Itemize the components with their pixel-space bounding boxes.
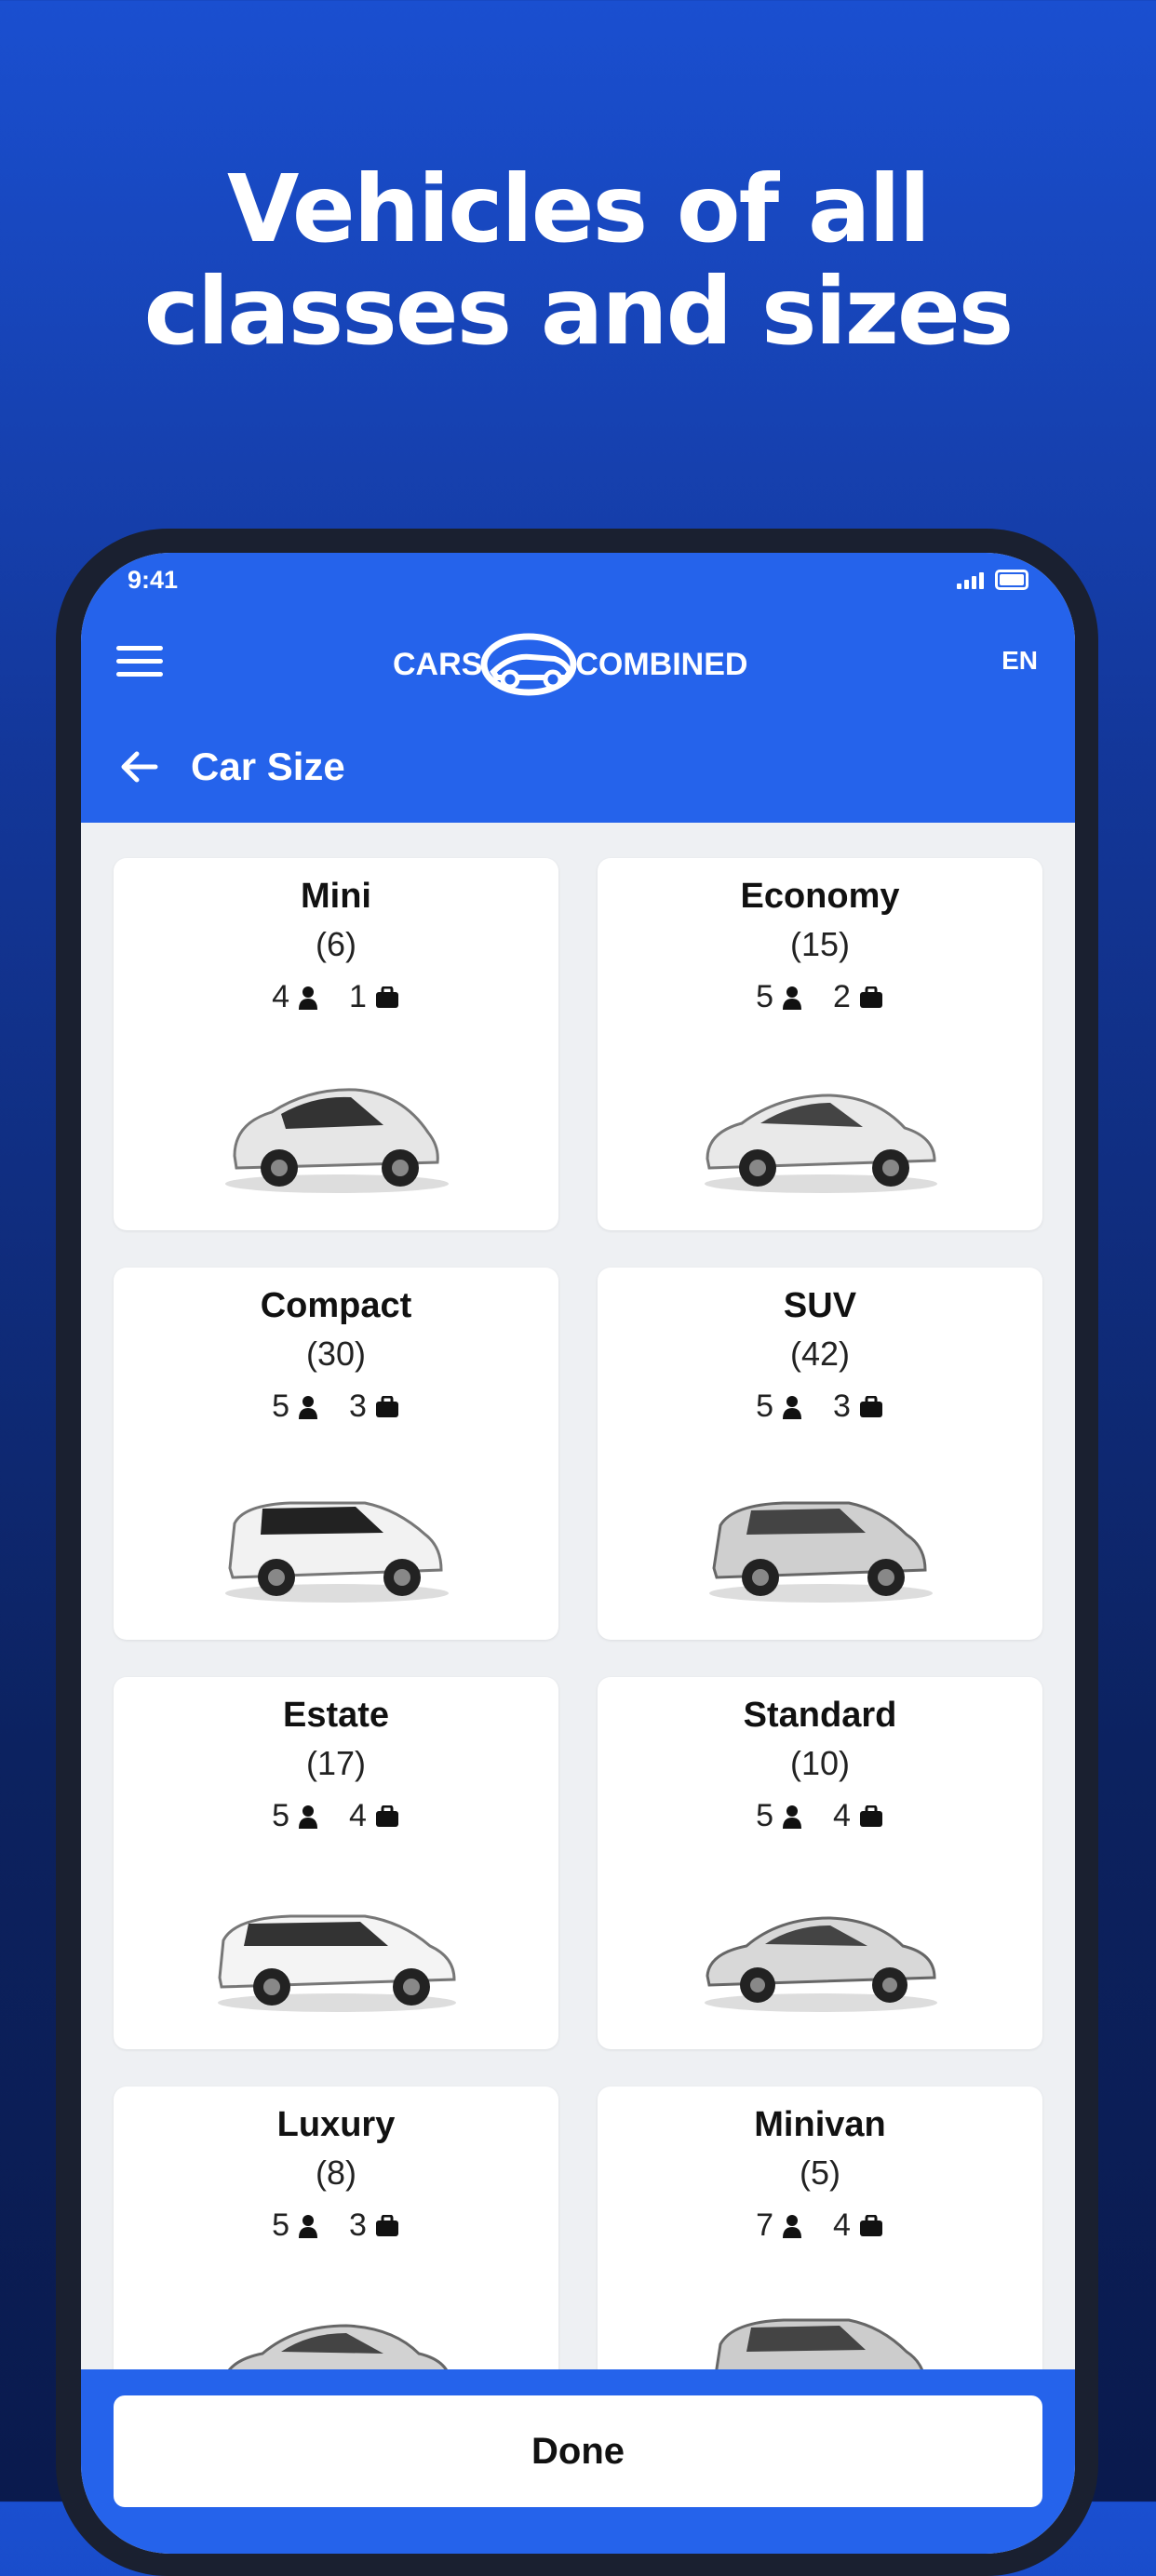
headline-line-1: Vehicles of all bbox=[227, 154, 931, 263]
car-size-count: (17) bbox=[305, 1744, 367, 1782]
back-arrow-icon[interactable] bbox=[118, 748, 161, 785]
luggage-icon bbox=[375, 1805, 398, 1827]
car-size-name: Luxury bbox=[276, 2105, 396, 2144]
person-icon bbox=[783, 1805, 801, 1829]
luggage-icon bbox=[375, 986, 398, 1008]
logo: CARS COMBINED bbox=[393, 627, 774, 702]
car-size-count: (30) bbox=[305, 1335, 367, 1373]
luggage-icon bbox=[375, 2214, 398, 2236]
headline-line-2: classes and sizes bbox=[143, 257, 1015, 366]
car-size-count: (8) bbox=[316, 2153, 356, 2192]
person-icon bbox=[299, 1395, 317, 1419]
car-image bbox=[709, 1501, 933, 1603]
car-size-count: (6) bbox=[316, 925, 356, 963]
passenger-count: 5 bbox=[272, 1798, 289, 1833]
person-icon bbox=[299, 986, 317, 1010]
passenger-count: 5 bbox=[272, 1389, 289, 1424]
car-size-name: Economy bbox=[740, 877, 900, 916]
car-size-count: (10) bbox=[789, 1744, 851, 1782]
luggage-icon bbox=[859, 1395, 882, 1417]
car-specs: 5 2 bbox=[598, 979, 1042, 1015]
car-image bbox=[218, 1914, 456, 2012]
bottom-action-bar: Done bbox=[81, 2369, 1075, 2554]
person-icon bbox=[299, 1805, 317, 1829]
passenger-count: 5 bbox=[756, 1389, 773, 1424]
car-size-card-estate[interactable]: Estate (17) 5 4 bbox=[114, 1677, 558, 2049]
car-size-card-mini[interactable]: Mini (6) 4 1 bbox=[114, 858, 558, 1230]
car-specs: 5 3 bbox=[114, 1389, 558, 1425]
language-selector[interactable]: EN bbox=[1001, 646, 1038, 676]
car-size-name: Minivan bbox=[754, 2105, 886, 2144]
car-specs: 7 4 bbox=[598, 2207, 1042, 2244]
luggage-icon bbox=[859, 986, 882, 1008]
bag-count: 4 bbox=[833, 1798, 851, 1833]
car-image bbox=[705, 1916, 937, 2012]
person-icon bbox=[299, 2214, 317, 2238]
car-size-name: Standard bbox=[743, 1696, 897, 1735]
bag-count: 3 bbox=[833, 1389, 851, 1424]
car-size-count: (5) bbox=[800, 2153, 840, 2192]
bag-count: 3 bbox=[349, 1389, 367, 1424]
car-image bbox=[225, 1501, 449, 1603]
promo-headline: Vehicles of all classes and sizes bbox=[0, 158, 1156, 363]
hamburger-menu-icon[interactable] bbox=[116, 646, 163, 683]
car-size-name: SUV bbox=[783, 1286, 857, 1325]
done-button[interactable]: Done bbox=[114, 2395, 1042, 2507]
car-specs: 5 4 bbox=[598, 1798, 1042, 1834]
bag-count: 1 bbox=[349, 979, 367, 1014]
logo-text-left: CARS bbox=[393, 646, 483, 682]
battery-icon bbox=[995, 570, 1028, 590]
car-image bbox=[225, 1088, 449, 1193]
luggage-icon bbox=[859, 1805, 882, 1827]
car-specs: 5 3 bbox=[598, 1389, 1042, 1425]
passenger-count: 4 bbox=[272, 979, 289, 1014]
logo-car-icon bbox=[480, 633, 577, 696]
car-size-count: (15) bbox=[789, 925, 851, 963]
person-icon bbox=[783, 1395, 801, 1419]
page-title: Car Size bbox=[191, 745, 345, 788]
passenger-count: 5 bbox=[272, 2207, 289, 2243]
person-icon bbox=[783, 2214, 801, 2238]
bag-count: 4 bbox=[833, 2207, 851, 2243]
car-image bbox=[705, 1093, 937, 1193]
bag-count: 4 bbox=[349, 1798, 367, 1833]
car-size-name: Compact bbox=[260, 1286, 412, 1325]
car-size-card-economy[interactable]: Economy (15) 5 2 bbox=[598, 858, 1042, 1230]
car-size-card-standard[interactable]: Standard (10) 5 4 bbox=[598, 1677, 1042, 2049]
passenger-count: 7 bbox=[756, 2207, 773, 2243]
passenger-count: 5 bbox=[756, 1798, 773, 1833]
car-specs: 4 1 bbox=[114, 979, 558, 1015]
app-header: 9:41 CARS COMBINED EN Car Size bbox=[81, 553, 1075, 823]
logo-text-right: COMBINED bbox=[575, 646, 748, 682]
passenger-count: 5 bbox=[756, 979, 773, 1014]
car-size-name: Estate bbox=[282, 1696, 390, 1735]
person-icon bbox=[783, 986, 801, 1010]
luggage-icon bbox=[375, 1395, 398, 1417]
car-size-card-suv[interactable]: SUV (42) 5 3 bbox=[598, 1268, 1042, 1640]
phone-screen: 9:41 CARS COMBINED EN Car Size Mini (6) … bbox=[81, 553, 1075, 2554]
bag-count: 3 bbox=[349, 2207, 367, 2243]
car-specs: 5 3 bbox=[114, 2207, 558, 2244]
bag-count: 2 bbox=[833, 979, 851, 1014]
car-specs: 5 4 bbox=[114, 1798, 558, 1834]
status-icons bbox=[957, 570, 1028, 590]
status-time: 9:41 bbox=[128, 566, 179, 594]
luggage-icon bbox=[859, 2214, 882, 2236]
car-size-count: (42) bbox=[789, 1335, 851, 1373]
signal-icon bbox=[957, 570, 984, 589]
car-size-card-compact[interactable]: Compact (30) 5 3 bbox=[114, 1268, 558, 1640]
car-size-name: Mini bbox=[301, 877, 371, 916]
